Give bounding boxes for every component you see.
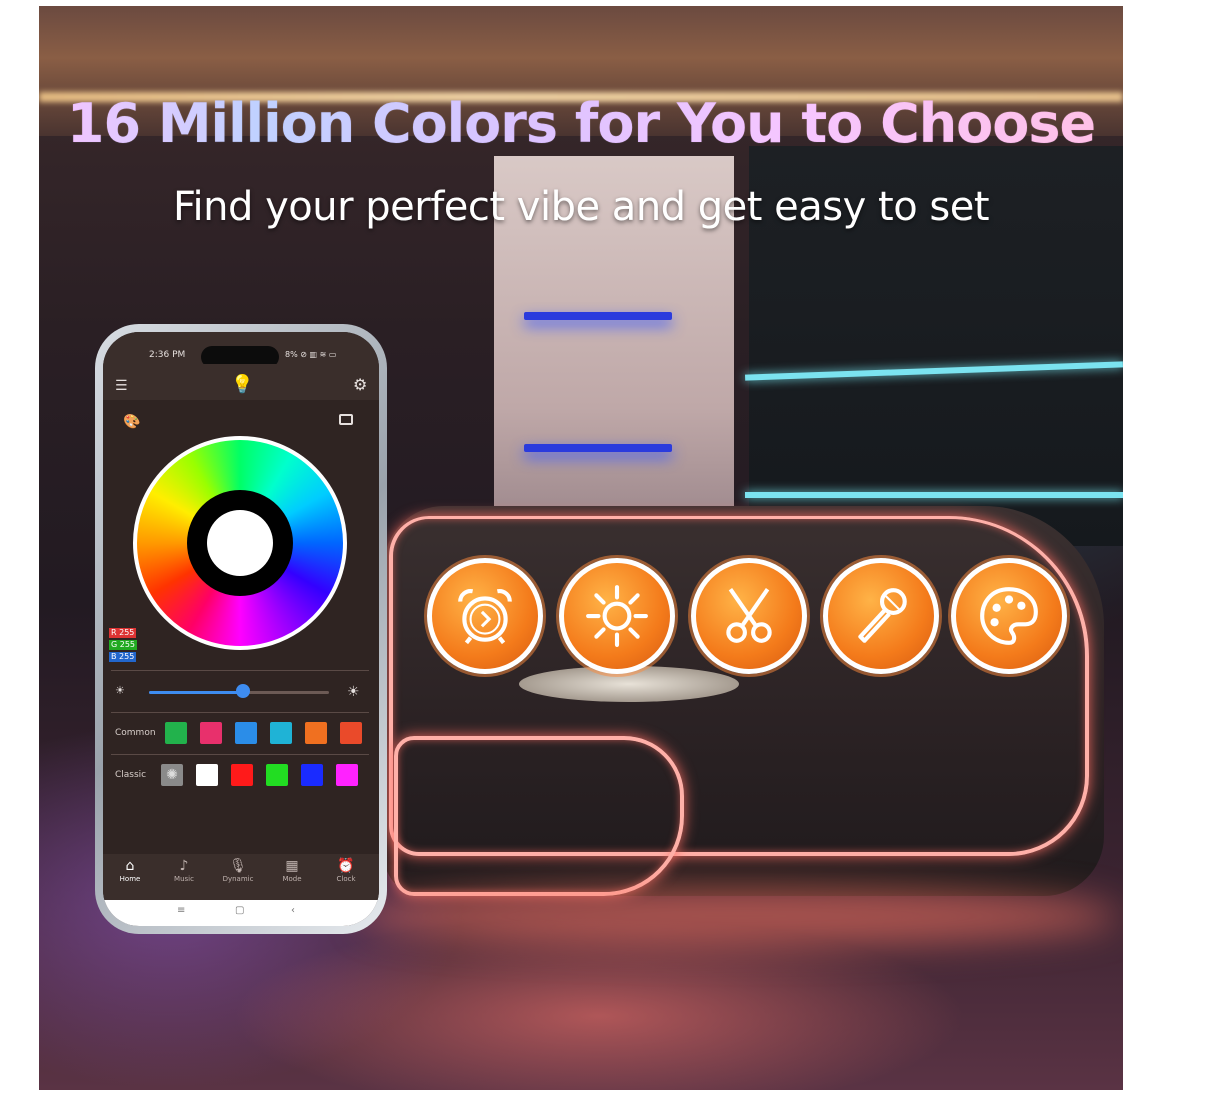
floor-glow: [359, 886, 1119, 946]
product-image-frame: 16 Million Colors for You to Choose Find…: [0, 0, 1213, 1106]
divider: [111, 712, 369, 713]
common-color-swatch[interactable]: [200, 722, 222, 744]
nav-music[interactable]: ♪ Music: [159, 858, 209, 884]
subheadline: Find your perfect vibe and get easy to s…: [172, 184, 990, 230]
brightness-slider-fill: [149, 691, 243, 694]
home-icon: ⌂: [125, 858, 135, 874]
rgb-g-value: G 255: [109, 640, 138, 650]
back-icon[interactable]: ‹: [291, 905, 295, 916]
sofa-neon-curve: [394, 736, 684, 896]
brightness-feature: [559, 558, 675, 674]
nav-home[interactable]: ⌂ Home: [105, 858, 155, 884]
scissors-icon: [726, 588, 772, 643]
gesture-bar: ≡ ▢ ‹: [103, 900, 379, 926]
smartphone: 2:36 PM 8% ⊘ ▥ ≋ ▭ ☰ 💡 ⚙ 🎨 R 255 G 255 B…: [95, 324, 387, 934]
common-label: Common: [115, 728, 156, 738]
nav-label: Dynamic: [222, 875, 254, 883]
divider: [111, 670, 369, 671]
palette-small-icon[interactable]: 🎨: [123, 414, 140, 430]
mode-icon: ▦: [285, 858, 299, 874]
palette-icon: [980, 587, 1038, 645]
brightness-slider-thumb[interactable]: [235, 684, 250, 698]
microphone-icon: [858, 588, 907, 643]
color-wheel[interactable]: [133, 436, 347, 650]
headline: 16 Million Colors for You to Choose: [39, 92, 1123, 155]
common-color-swatch[interactable]: [270, 722, 292, 744]
cyan-shelf-light-2: [745, 492, 1123, 498]
nav-label: Mode: [282, 875, 302, 883]
classic-color-swatch[interactable]: [196, 764, 218, 786]
custom-color-swatch[interactable]: ✺: [161, 764, 183, 786]
rgb-r-value: R 255: [109, 628, 137, 638]
classic-color-swatch[interactable]: [336, 764, 358, 786]
floating-shelf-bottom: [524, 444, 672, 452]
music-icon: ♪: [179, 858, 189, 874]
brightness-high-icon: ☀: [347, 684, 360, 700]
status-time: 2:36 PM: [149, 350, 186, 360]
menu-icon[interactable]: ☰: [115, 378, 128, 394]
app-bar: ☰ 💡 ⚙: [103, 364, 379, 400]
recent-apps-icon[interactable]: ≡: [177, 905, 185, 916]
divider: [111, 754, 369, 755]
sun-brightness-icon: [586, 585, 648, 647]
common-color-swatch[interactable]: [165, 722, 187, 744]
rgb-b-value: B 255: [109, 652, 137, 662]
bottom-nav: ⌂ Home ♪ Music 🎙 Dynamic ▦ Mode ⏰ Clock: [103, 854, 379, 900]
color-palette-feature: [951, 558, 1067, 674]
music-sync-feature: [823, 558, 939, 674]
mic-icon: 🎙: [229, 858, 247, 874]
common-color-swatch[interactable]: [305, 722, 327, 744]
nav-dynamic[interactable]: 🎙 Dynamic: [213, 858, 263, 884]
alarm-clock-icon: [458, 588, 512, 645]
status-icons: 8% ⊘ ▥ ≋ ▭: [285, 350, 337, 359]
alarm-clock-feature: [427, 558, 543, 674]
classic-color-swatch[interactable]: [231, 764, 253, 786]
image-icon[interactable]: [339, 414, 353, 425]
common-color-swatch[interactable]: [235, 722, 257, 744]
nav-label: Clock: [336, 875, 356, 883]
home-gesture-icon[interactable]: ▢: [235, 905, 244, 916]
floating-shelf-top: [524, 312, 672, 320]
classic-color-swatch[interactable]: [266, 764, 288, 786]
nav-mode[interactable]: ▦ Mode: [267, 858, 317, 884]
color-preview: [207, 510, 273, 576]
clock-icon: ⏰: [337, 858, 355, 874]
living-room-photo: 16 Million Colors for You to Choose Find…: [39, 6, 1123, 1090]
app-screen: 2:36 PM 8% ⊘ ▥ ≋ ▭ ☰ 💡 ⚙ 🎨 R 255 G 255 B…: [103, 332, 379, 926]
bulb-icon[interactable]: 💡: [231, 374, 253, 395]
classic-color-swatch[interactable]: [301, 764, 323, 786]
gear-icon[interactable]: ⚙: [353, 375, 367, 394]
brightness-low-icon: ☀: [115, 684, 125, 697]
cuttable-feature: [691, 558, 807, 674]
nav-label: Home: [119, 875, 141, 883]
common-color-swatch[interactable]: [340, 722, 362, 744]
nav-clock[interactable]: ⏰ Clock: [321, 858, 371, 884]
color-wheel-ring: [187, 490, 293, 596]
classic-label: Classic: [115, 770, 147, 780]
nav-label: Music: [174, 875, 194, 883]
